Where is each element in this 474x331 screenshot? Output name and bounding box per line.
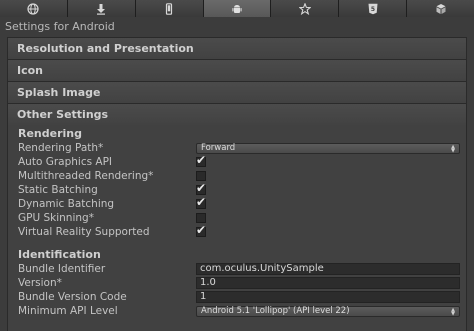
static-batching-label: Static Batching <box>18 184 98 196</box>
android-icon <box>232 4 242 13</box>
auto-graphics-api-checkbox[interactable]: ✔ <box>196 153 207 167</box>
bundle-identifier-field[interactable]: com.oculus.UnitySample <box>196 263 460 275</box>
static-batching-row: Static Batching ✔ <box>18 181 466 197</box>
identification-group-title: Identification <box>18 248 101 261</box>
section-splash-image[interactable]: Splash Image <box>7 81 467 104</box>
tab-webgl-platform[interactable]: 5 <box>339 0 408 17</box>
bundle-version-code-label: Bundle Version Code <box>18 291 127 303</box>
checkmark-icon: ✔ <box>196 153 207 167</box>
checkmark-icon: ✔ <box>196 195 207 209</box>
multithreaded-rendering-label: Multithreaded Rendering* <box>18 170 154 182</box>
section-resolution-presentation[interactable]: Resolution and Presentation <box>7 37 467 60</box>
auto-graphics-api-label: Auto Graphics API <box>18 156 113 168</box>
tab-android-platform[interactable] <box>203 0 272 17</box>
rendering-path-label: Rendering Path* <box>18 142 104 154</box>
version-row: Version* 1.0 <box>18 276 466 290</box>
minimum-api-level-dropdown[interactable]: Android 5.1 'Lollipop' (API level 22) ▲▼ <box>196 305 460 317</box>
svg-text:5: 5 <box>371 6 375 13</box>
rendering-path-dropdown[interactable]: Forward ▲▼ <box>196 142 460 154</box>
section-other-settings: Other Settings Rendering Rendering Path*… <box>7 103 467 331</box>
static-batching-checkbox[interactable]: ✔ <box>196 181 207 195</box>
html5-icon: 5 <box>368 3 378 14</box>
tab-other-platform[interactable] <box>407 0 474 17</box>
section-header-splash[interactable]: Splash Image <box>8 82 466 103</box>
platform-tab-bar: 5 <box>0 0 474 17</box>
auto-graphics-api-row: Auto Graphics API ✔ <box>18 153 466 169</box>
rendering-path-row: Rendering Path* Forward ▲▼ <box>18 141 466 155</box>
tab-standalone-platform[interactable] <box>67 0 136 17</box>
bundle-identifier-label: Bundle Identifier <box>18 263 106 275</box>
bundle-version-code-field[interactable]: 1 <box>196 291 460 303</box>
tab-ios-platform[interactable] <box>135 0 204 17</box>
dynamic-batching-label: Dynamic Batching <box>18 198 115 210</box>
dynamic-batching-row: Dynamic Batching ✔ <box>18 195 466 211</box>
section-icon[interactable]: Icon <box>7 59 467 82</box>
minimum-api-level-row: Minimum API Level Android 5.1 'Lollipop'… <box>18 304 466 318</box>
multithreaded-rendering-row: Multithreaded Rendering* <box>18 169 466 183</box>
gpu-skinning-row: GPU Skinning* <box>18 211 466 225</box>
version-label: Version* <box>18 277 62 289</box>
multithreaded-rendering-checkbox[interactable] <box>196 171 206 181</box>
tab-samsung-tv-platform[interactable] <box>271 0 340 17</box>
minimum-api-level-label: Minimum API Level <box>18 305 118 317</box>
ios-device-icon <box>166 2 173 15</box>
checkmark-icon: ✔ <box>196 223 207 237</box>
checkmark-icon: ✔ <box>196 181 207 195</box>
vr-supported-label: Virtual Reality Supported <box>18 226 150 238</box>
blackberry-cube-icon <box>436 3 446 14</box>
version-field[interactable]: 1.0 <box>196 277 460 289</box>
dropdown-arrow-icon: ▲▼ <box>450 143 456 152</box>
gpu-skinning-checkbox[interactable] <box>196 213 206 223</box>
bundle-identifier-row: Bundle Identifier com.oculus.UnitySample <box>18 262 466 276</box>
section-header-resolution[interactable]: Resolution and Presentation <box>8 38 466 59</box>
vr-supported-row: Virtual Reality Supported ✔ <box>18 223 466 239</box>
web-globe-icon <box>27 2 40 15</box>
dropdown-arrow-icon: ▲▼ <box>450 306 456 315</box>
bundle-version-code-row: Bundle Version Code 1 <box>18 290 466 304</box>
section-header-icon[interactable]: Icon <box>8 60 466 81</box>
gpu-skinning-label: GPU Skinning* <box>18 212 94 224</box>
minimum-api-level-value: Android 5.1 'Lollipop' (API level 22) <box>201 305 350 316</box>
settings-title: Settings for Android <box>5 20 115 33</box>
download-icon <box>97 3 106 15</box>
vr-supported-checkbox[interactable]: ✔ <box>196 223 207 237</box>
rendering-group-title: Rendering <box>18 127 82 140</box>
tab-web-platform[interactable] <box>0 0 68 17</box>
dynamic-batching-checkbox[interactable]: ✔ <box>196 195 207 209</box>
samsung-tv-icon <box>298 2 311 15</box>
section-header-other[interactable]: Other Settings <box>8 104 466 125</box>
rendering-path-value: Forward <box>201 142 236 153</box>
